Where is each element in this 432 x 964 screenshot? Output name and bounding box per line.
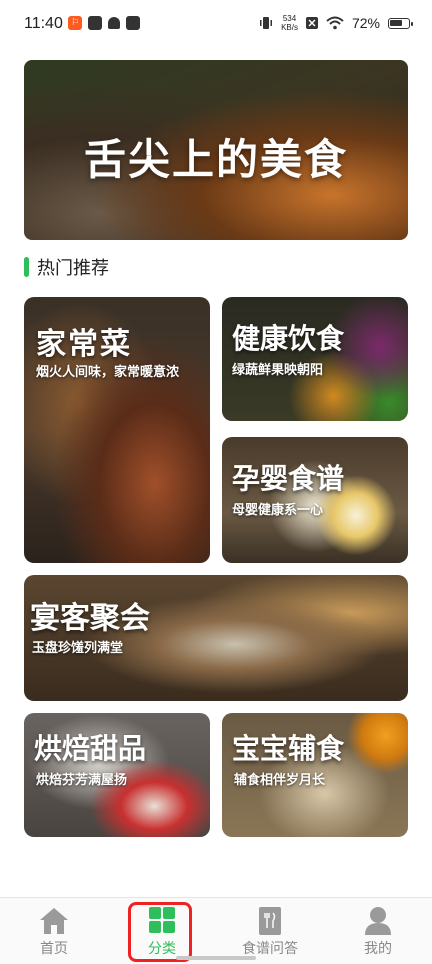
banner-title: 舌尖上的美食 <box>83 135 348 184</box>
category-card-home-cooking[interactable]: 家常菜 烟火人间味，家常暖意浓 <box>24 297 210 563</box>
section-title: 热门推荐 <box>37 258 109 279</box>
wifi-icon <box>326 16 344 30</box>
category-card-baby-food[interactable]: 宝宝辅食 辅食相伴岁月长 <box>222 713 408 837</box>
hero-banner[interactable]: 舌尖上的美食 <box>24 60 408 240</box>
user-icon <box>365 907 391 935</box>
card-subtitle: 辅食相伴岁月长 <box>234 773 326 788</box>
nav-label-home: 首页 <box>40 941 68 957</box>
app-notification-icon: ⚐ <box>68 16 82 30</box>
sim-off-icon <box>305 17 318 29</box>
vibrate-icon <box>260 17 273 29</box>
battery-icon <box>388 17 413 29</box>
card-title: 宴客聚会 <box>30 601 150 636</box>
card-subtitle: 玉盘珍馐列满堂 <box>32 641 124 656</box>
nav-label-recipe-qa: 食谱问答 <box>242 941 298 957</box>
notification-icons: ⚐ <box>68 16 140 30</box>
card-title: 孕婴食谱 <box>232 462 345 495</box>
card-title: 家常菜 <box>36 327 132 362</box>
category-card-baking-dessert[interactable]: 烘焙甜品 烘焙芬芳满屋扬 <box>24 713 210 837</box>
category-card-healthy-diet[interactable]: 健康饮食 绿蔬鲜果映朝阳 <box>222 297 408 421</box>
network-speed-unit: KB/s <box>281 23 298 32</box>
system-indicators: 534 KB/s 72% <box>259 14 413 32</box>
recipe-book-icon <box>259 907 281 935</box>
message-icon <box>126 16 140 30</box>
card-subtitle: 母婴健康系一心 <box>232 503 324 518</box>
nav-item-profile[interactable]: 我的 <box>330 898 426 964</box>
network-speed: 534 KB/s <box>281 14 298 32</box>
nav-item-home[interactable]: 首页 <box>6 898 102 964</box>
card-title: 烘焙甜品 <box>34 732 147 765</box>
category-card-banquet[interactable]: 宴客聚会 玉盘珍馐列满堂 <box>24 575 408 701</box>
bell-icon <box>108 17 120 29</box>
app-notification-icon-2 <box>88 16 102 30</box>
bottom-nav: 首页 分类 食谱问答 我的 <box>0 897 432 964</box>
status-time: 11:40 <box>24 15 63 32</box>
nav-item-recipe-qa[interactable]: 食谱问答 <box>222 898 318 964</box>
card-title: 宝宝辅食 <box>232 732 345 765</box>
card-subtitle: 烟火人间味，家常暖意浓 <box>36 365 180 380</box>
battery-percent: 72% <box>351 15 380 31</box>
section-accent-bar <box>24 257 29 277</box>
network-speed-value: 534 <box>282 14 297 23</box>
status-bar: 11:40 ⚐ 534 KB/s 72% <box>0 0 432 48</box>
home-indicator[interactable] <box>176 956 256 960</box>
category-card-maternal-infant[interactable]: 孕婴食谱 母婴健康系一心 <box>222 437 408 563</box>
card-title: 健康饮食 <box>232 322 345 355</box>
section-header: 热门推荐 <box>24 256 109 279</box>
selection-highlight <box>128 902 192 962</box>
card-subtitle: 绿蔬鲜果映朝阳 <box>232 363 324 378</box>
nav-label-profile: 我的 <box>364 941 392 957</box>
card-subtitle: 烘焙芬芳满屋扬 <box>36 773 128 788</box>
home-icon <box>40 908 68 934</box>
